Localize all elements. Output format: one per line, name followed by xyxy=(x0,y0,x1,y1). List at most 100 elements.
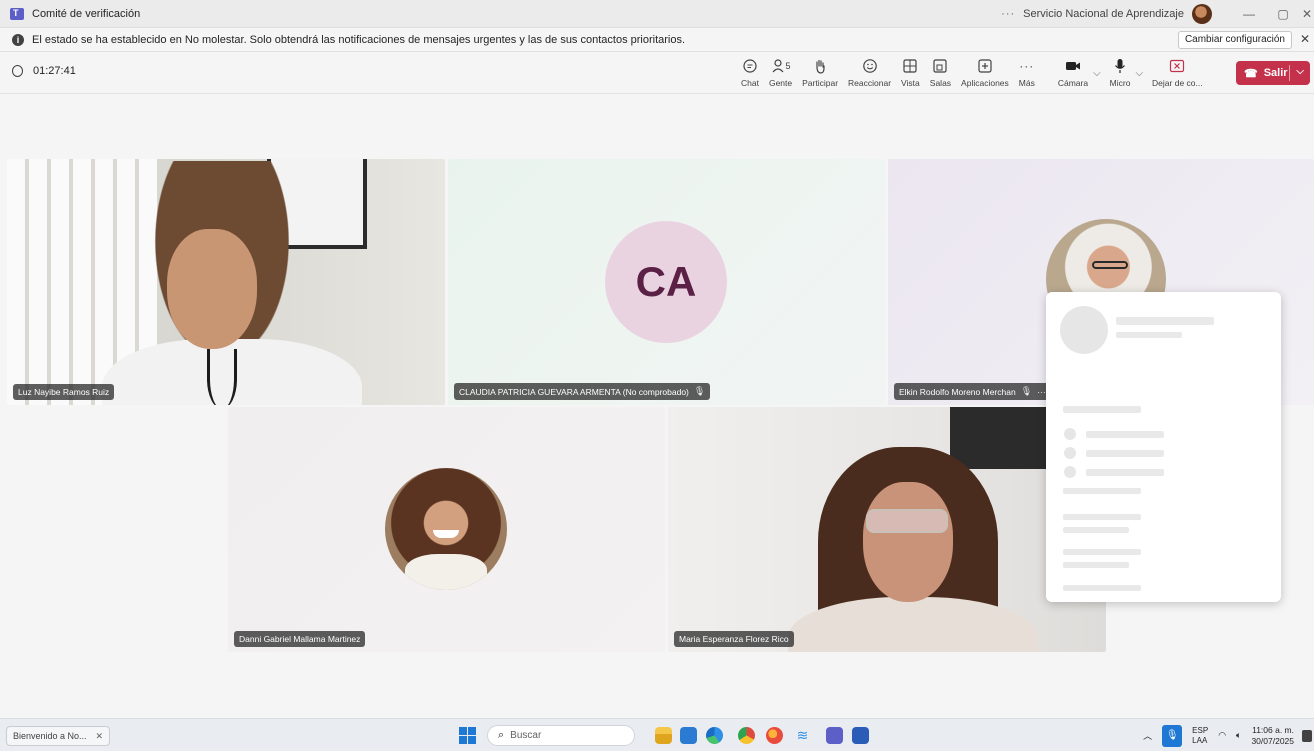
mic-in-use-icon[interactable]: 🎙︎ xyxy=(1162,724,1183,747)
participant-name-tag: Maria Esperanza Florez Rico xyxy=(674,631,794,647)
taskbar-app-label: Bienvenido a No... xyxy=(13,731,87,741)
raise-hand-button[interactable]: Participar xyxy=(802,56,838,88)
notifications-icon[interactable] xyxy=(1302,729,1312,742)
firefox-icon[interactable] xyxy=(766,727,783,744)
grid-view-icon xyxy=(902,56,918,76)
hand-icon xyxy=(813,56,827,76)
chrome-icon[interactable] xyxy=(738,727,755,744)
view-label: Vista xyxy=(901,78,920,88)
more-options-icon[interactable]: ··· xyxy=(1001,8,1015,20)
search-icon: ⌕ xyxy=(498,729,505,741)
muted-mic-icon: 🎙︎ xyxy=(1020,386,1033,396)
camera-button[interactable]: Cámara xyxy=(1058,56,1088,88)
stop-share-icon xyxy=(1169,56,1185,76)
participant-more-icon[interactable]: ··· xyxy=(1037,387,1046,397)
wifi-icon[interactable]: ◠ xyxy=(1218,730,1226,741)
taskbar-app-notification[interactable]: Bienvenido a No... ✕ xyxy=(6,726,110,746)
chat-label: Chat xyxy=(741,78,759,88)
initials-avatar: CA xyxy=(605,221,727,343)
chat-button[interactable]: Chat xyxy=(741,56,759,88)
window-title: Comité de verificación xyxy=(32,7,141,20)
meeting-info-icon[interactable] xyxy=(12,65,23,77)
breakout-rooms-button[interactable]: Salas xyxy=(930,56,951,88)
dnd-notification-bar: i El estado se ha establecido en No mole… xyxy=(0,28,1314,52)
info-icon: i xyxy=(12,33,24,46)
minimize-button[interactable]: — xyxy=(1232,7,1266,21)
edge-icon[interactable] xyxy=(706,727,723,744)
close-window-button[interactable]: ✕ xyxy=(1300,7,1314,21)
elapsed-time: 01:27:41 xyxy=(33,65,76,77)
taskbar-app-close-icon[interactable]: ✕ xyxy=(95,731,103,742)
meeting-timer: 01:27:41 xyxy=(12,65,76,77)
react-button[interactable]: Reaccionar xyxy=(848,56,891,88)
wifi-app-icon[interactable]: ≋ xyxy=(794,727,811,744)
react-label: Reaccionar xyxy=(848,78,892,88)
ellipsis-icon: ··· xyxy=(1019,59,1035,73)
word-icon[interactable] xyxy=(852,727,869,744)
apps-label: Aplicaciones xyxy=(961,78,1009,88)
rooms-label: Salas xyxy=(929,78,952,88)
people-button[interactable]: 5 Gente xyxy=(769,56,792,88)
video-tile-claudia[interactable]: CA CLAUDIA PATRICIA GUEVARA ARMENTA (No … xyxy=(448,159,885,405)
meeting-toolbar: 01:27:41 Chat 5 Gente Participar Reaccio… xyxy=(0,52,1314,94)
mic-label: Micro xyxy=(1109,78,1131,88)
teams-logo-icon xyxy=(10,7,24,20)
video-tile-luz[interactable]: Luz Nayibe Ramos Ruiz xyxy=(7,159,445,405)
add-app-icon xyxy=(977,56,993,76)
camera-options-chevron-icon[interactable]: ⌵ xyxy=(1093,68,1101,88)
volume-icon[interactable]: 🔈︎ xyxy=(1236,730,1241,741)
user-avatar[interactable] xyxy=(1192,4,1212,24)
participant-name-tag: Danni Gabriel Mallama Martinez xyxy=(234,631,366,647)
hang-up-icon: ☎ xyxy=(1244,67,1258,80)
camera-icon xyxy=(1065,56,1081,76)
file-explorer-icon[interactable] xyxy=(655,727,672,744)
muted-mic-icon: 🎙︎ xyxy=(693,386,706,396)
organization-name[interactable]: Servicio Nacional de Aprendizaje xyxy=(1023,8,1184,20)
language-indicator[interactable]: ESP LAA xyxy=(1192,726,1208,746)
video-tile-danni[interactable]: Danni Gabriel Mallama Martinez xyxy=(228,407,665,652)
people-count: 5 xyxy=(785,61,791,71)
windows-start-icon[interactable] xyxy=(459,727,476,744)
chat-icon xyxy=(742,56,758,76)
title-bar: Comité de verificación ··· Servicio Naci… xyxy=(0,0,1314,28)
meeting-tools: Chat 5 Gente Participar Reaccionar Vista… xyxy=(736,56,1208,88)
mic-options-chevron-icon[interactable]: ⌵ xyxy=(1135,68,1143,88)
emoji-icon xyxy=(862,56,878,76)
outlook-icon[interactable] xyxy=(680,727,697,744)
people-label: Gente xyxy=(768,78,793,88)
more-actions-button[interactable]: ··· Más xyxy=(1019,56,1035,88)
taskbar-search[interactable]: ⌕ Buscar xyxy=(487,725,635,746)
raise-hand-label: Participar xyxy=(802,78,839,88)
search-placeholder: Buscar xyxy=(510,730,542,741)
camera-label: Cámara xyxy=(1057,78,1089,88)
change-settings-button[interactable]: Cambiar configuración xyxy=(1177,31,1292,49)
stop-share-label: Dejar de co... xyxy=(1152,78,1203,88)
notification-message: El estado se ha establecido en No molest… xyxy=(32,33,686,46)
stop-sharing-button[interactable]: Dejar de co... xyxy=(1152,56,1203,88)
participant-name-tag: Elkin Rodolfo Moreno Merchan 🎙︎ ··· xyxy=(894,383,1052,400)
people-icon: 5 xyxy=(771,56,791,76)
system-tray: ︿ 🎙︎ ESP LAA ◠ 🔈︎ 11:06 a. m. 30/07/2025 xyxy=(1143,719,1314,751)
restore-button[interactable]: ▢ xyxy=(1266,7,1300,21)
leave-meeting-button[interactable]: ☎ Salir ⌵ xyxy=(1236,61,1310,85)
dismiss-notification-icon[interactable]: ✕ xyxy=(1300,32,1310,46)
teams-taskbar-icon[interactable] xyxy=(826,727,843,744)
title-bar-right: ··· Servicio Nacional de Aprendizaje — ▢… xyxy=(1001,0,1314,28)
participant-name-tag: Luz Nayibe Ramos Ruiz xyxy=(13,384,115,400)
mic-button[interactable]: Micro xyxy=(1109,56,1131,88)
system-clock[interactable]: 11:06 a. m. 30/07/2025 xyxy=(1251,725,1294,747)
participant-name-tag: CLAUDIA PATRICIA GUEVARA ARMENTA (No com… xyxy=(454,383,711,400)
background-tv xyxy=(950,407,1060,469)
microphone-icon xyxy=(1114,56,1126,76)
profile-photo-avatar xyxy=(385,468,507,590)
leave-options-chevron-icon[interactable]: ⌵ xyxy=(1296,66,1304,77)
rooms-icon xyxy=(932,56,948,76)
apps-button[interactable]: Aplicaciones xyxy=(961,56,1009,88)
view-button[interactable]: Vista xyxy=(901,56,920,88)
video-tile-maria[interactable]: Maria Esperanza Florez Rico xyxy=(668,407,1106,652)
more-label: Más xyxy=(1018,78,1035,88)
tray-overflow-chevron-icon[interactable]: ︿ xyxy=(1143,729,1152,742)
windows-taskbar: Bienvenido a No... ✕ ⌕ Buscar ≋ ︿ 🎙︎ ESP… xyxy=(0,718,1314,751)
leave-label: Salir xyxy=(1263,67,1288,79)
profile-card-loading[interactable] xyxy=(1046,292,1281,602)
